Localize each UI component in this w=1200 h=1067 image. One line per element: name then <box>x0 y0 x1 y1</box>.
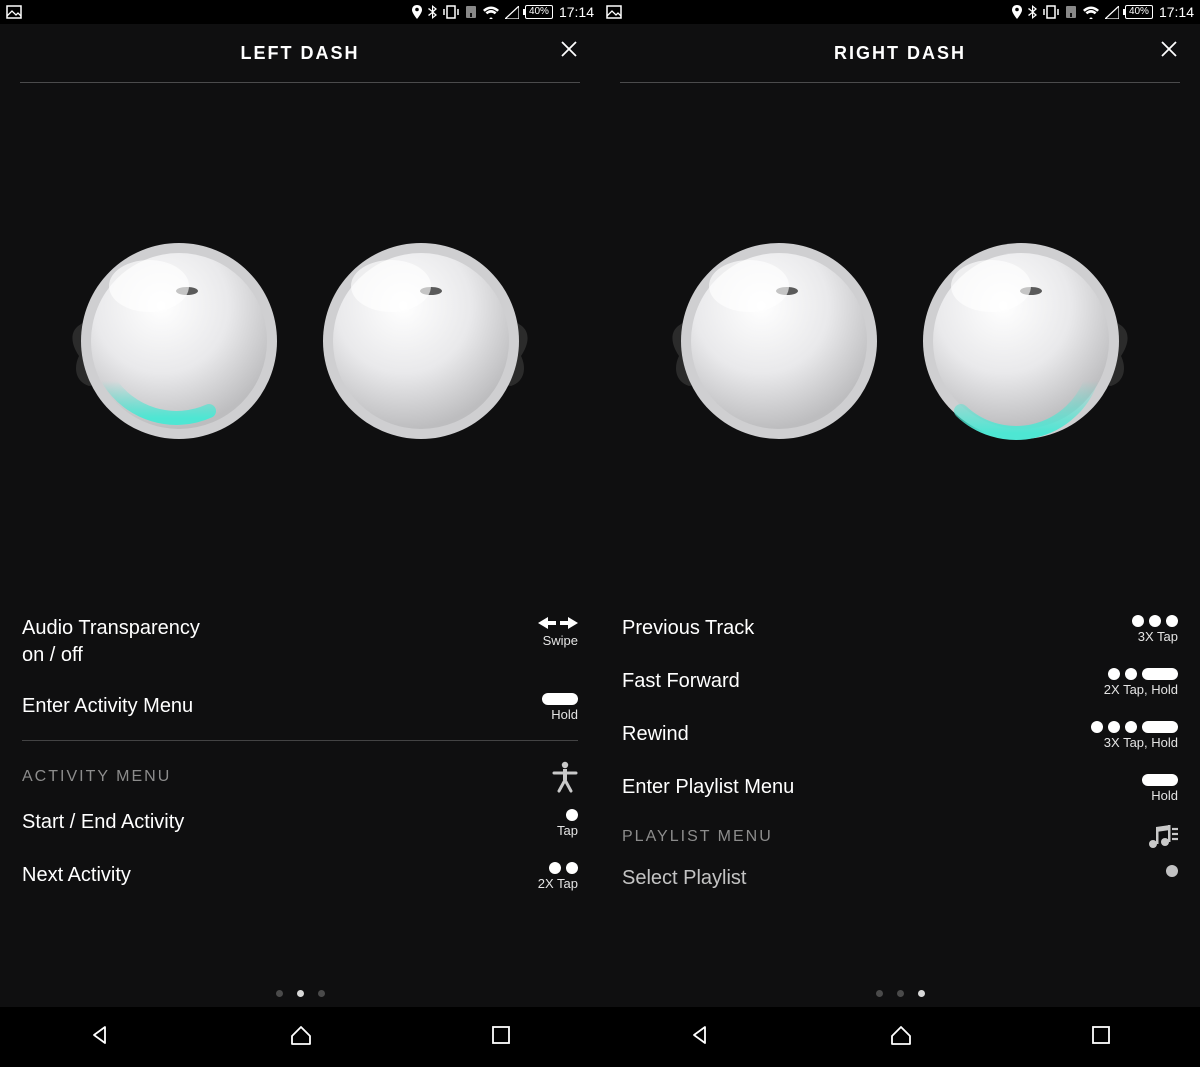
clock: 17:14 <box>559 4 594 20</box>
control-enter-activity: Enter Activity Menu Hold <box>22 681 578 734</box>
hold-icon <box>542 693 578 705</box>
nav-recent-button[interactable] <box>1091 1025 1111 1050</box>
music-list-icon <box>1148 825 1178 849</box>
control-label: Enter Playlist Menu <box>622 774 794 801</box>
control-next-activity: Next Activity 2X Tap <box>22 850 578 903</box>
wifi-icon <box>483 6 499 19</box>
header: RIGHT DASH <box>600 24 1200 82</box>
control-label: Next Activity <box>22 862 131 889</box>
bluetooth-icon <box>428 5 437 19</box>
gesture-caption: 2X Tap, Hold <box>1104 682 1178 697</box>
pager-dot-active[interactable] <box>918 990 925 997</box>
gesture-caption: 2X Tap <box>538 876 578 891</box>
page-indicator[interactable] <box>0 976 600 1007</box>
close-button[interactable] <box>1160 40 1178 63</box>
clock: 17:14 <box>1159 4 1194 20</box>
control-audio-transparency: Audio Transparency on / off Swipe <box>22 603 578 681</box>
image-icon <box>606 5 622 19</box>
hold-icon <box>1142 774 1178 786</box>
control-label: Previous Track <box>622 615 754 642</box>
right-screen: 40% 17:14 RIGHT DASH <box>600 0 1200 1007</box>
bluetooth-icon <box>1028 5 1037 19</box>
control-rewind: Rewind 3X Tap, Hold <box>622 709 1178 762</box>
card-icon <box>465 5 477 19</box>
gesture-caption: Hold <box>551 707 578 722</box>
signal-icon <box>505 6 519 19</box>
gesture-caption: Tap <box>557 823 578 838</box>
control-select-playlist: Select Playlist <box>622 853 1178 904</box>
vibrate-icon <box>443 5 459 19</box>
left-earbud-icon <box>49 231 279 451</box>
pager-dot[interactable] <box>897 990 904 997</box>
left-controls-list[interactable]: Audio Transparency on / off Swipe Enter … <box>0 603 600 976</box>
divider <box>22 740 578 741</box>
pager-dot[interactable] <box>318 990 325 997</box>
nav-back-button[interactable] <box>689 1024 711 1051</box>
person-icon <box>552 761 578 793</box>
nav-home-button[interactable] <box>889 1024 913 1051</box>
control-label: Enter Activity Menu <box>22 693 193 720</box>
gesture-caption: Hold <box>1151 788 1178 803</box>
section-title: PLAYLIST MENU <box>622 828 773 846</box>
location-icon <box>412 5 422 19</box>
battery-indicator: 40% <box>1125 5 1153 19</box>
gesture-caption: 3X Tap, Hold <box>1104 735 1178 750</box>
vibrate-icon <box>1043 5 1059 19</box>
status-bar: 40% 17:14 <box>0 0 600 24</box>
control-previous-track: Previous Track 3X Tap <box>622 603 1178 656</box>
control-label: Audio Transparency on / off <box>22 615 200 669</box>
3tap-icon <box>1132 615 1178 627</box>
gesture-caption: 3X Tap <box>1138 629 1178 644</box>
control-label: Select Playlist <box>622 865 747 892</box>
close-icon <box>560 40 578 58</box>
android-navbar <box>0 1007 1200 1067</box>
page-title: LEFT DASH <box>241 43 360 64</box>
right-earbud-icon <box>321 231 551 451</box>
page-title: RIGHT DASH <box>834 43 966 64</box>
status-bar: 40% 17:14 <box>600 0 1200 24</box>
control-enter-playlist: Enter Playlist Menu Hold <box>622 762 1178 815</box>
signal-icon <box>1105 6 1119 19</box>
image-icon <box>6 5 22 19</box>
battery-indicator: 40% <box>525 5 553 19</box>
tap-icon <box>1166 865 1178 877</box>
control-label: Fast Forward <box>622 668 740 695</box>
location-icon <box>1012 5 1022 19</box>
control-label: Rewind <box>622 721 689 748</box>
page-indicator[interactable] <box>600 976 1200 1007</box>
wifi-icon <box>1083 6 1099 19</box>
control-fast-forward: Fast Forward 2X Tap, Hold <box>622 656 1178 709</box>
section-title: ACTIVITY MENU <box>22 768 171 786</box>
earbud-illustration <box>0 83 600 603</box>
earbud-illustration <box>600 83 1200 603</box>
nav-back-button[interactable] <box>89 1024 111 1051</box>
2tap-hold-icon <box>1108 668 1178 680</box>
tap-icon <box>566 809 578 821</box>
nav-recent-button[interactable] <box>491 1025 511 1050</box>
control-label: Start / End Activity <box>22 809 184 836</box>
close-button[interactable] <box>560 40 578 63</box>
gesture-caption: Swipe <box>543 633 578 648</box>
left-screen: 40% 17:14 LEFT DASH <box>0 0 600 1007</box>
nav-home-button[interactable] <box>289 1024 313 1051</box>
swipe-icon <box>538 615 578 631</box>
left-earbud-icon <box>649 231 879 451</box>
card-icon <box>1065 5 1077 19</box>
right-controls-list[interactable]: Previous Track 3X Tap Fast Forward 2X Ta… <box>600 603 1200 976</box>
close-icon <box>1160 40 1178 58</box>
header: LEFT DASH <box>0 24 600 82</box>
pager-dot[interactable] <box>276 990 283 997</box>
right-earbud-icon <box>921 231 1151 451</box>
pager-dot[interactable] <box>876 990 883 997</box>
2tap-icon <box>549 862 578 874</box>
3tap-hold-icon <box>1091 721 1178 733</box>
pager-dot-active[interactable] <box>297 990 304 997</box>
control-start-end-activity: Start / End Activity Tap <box>22 797 578 850</box>
